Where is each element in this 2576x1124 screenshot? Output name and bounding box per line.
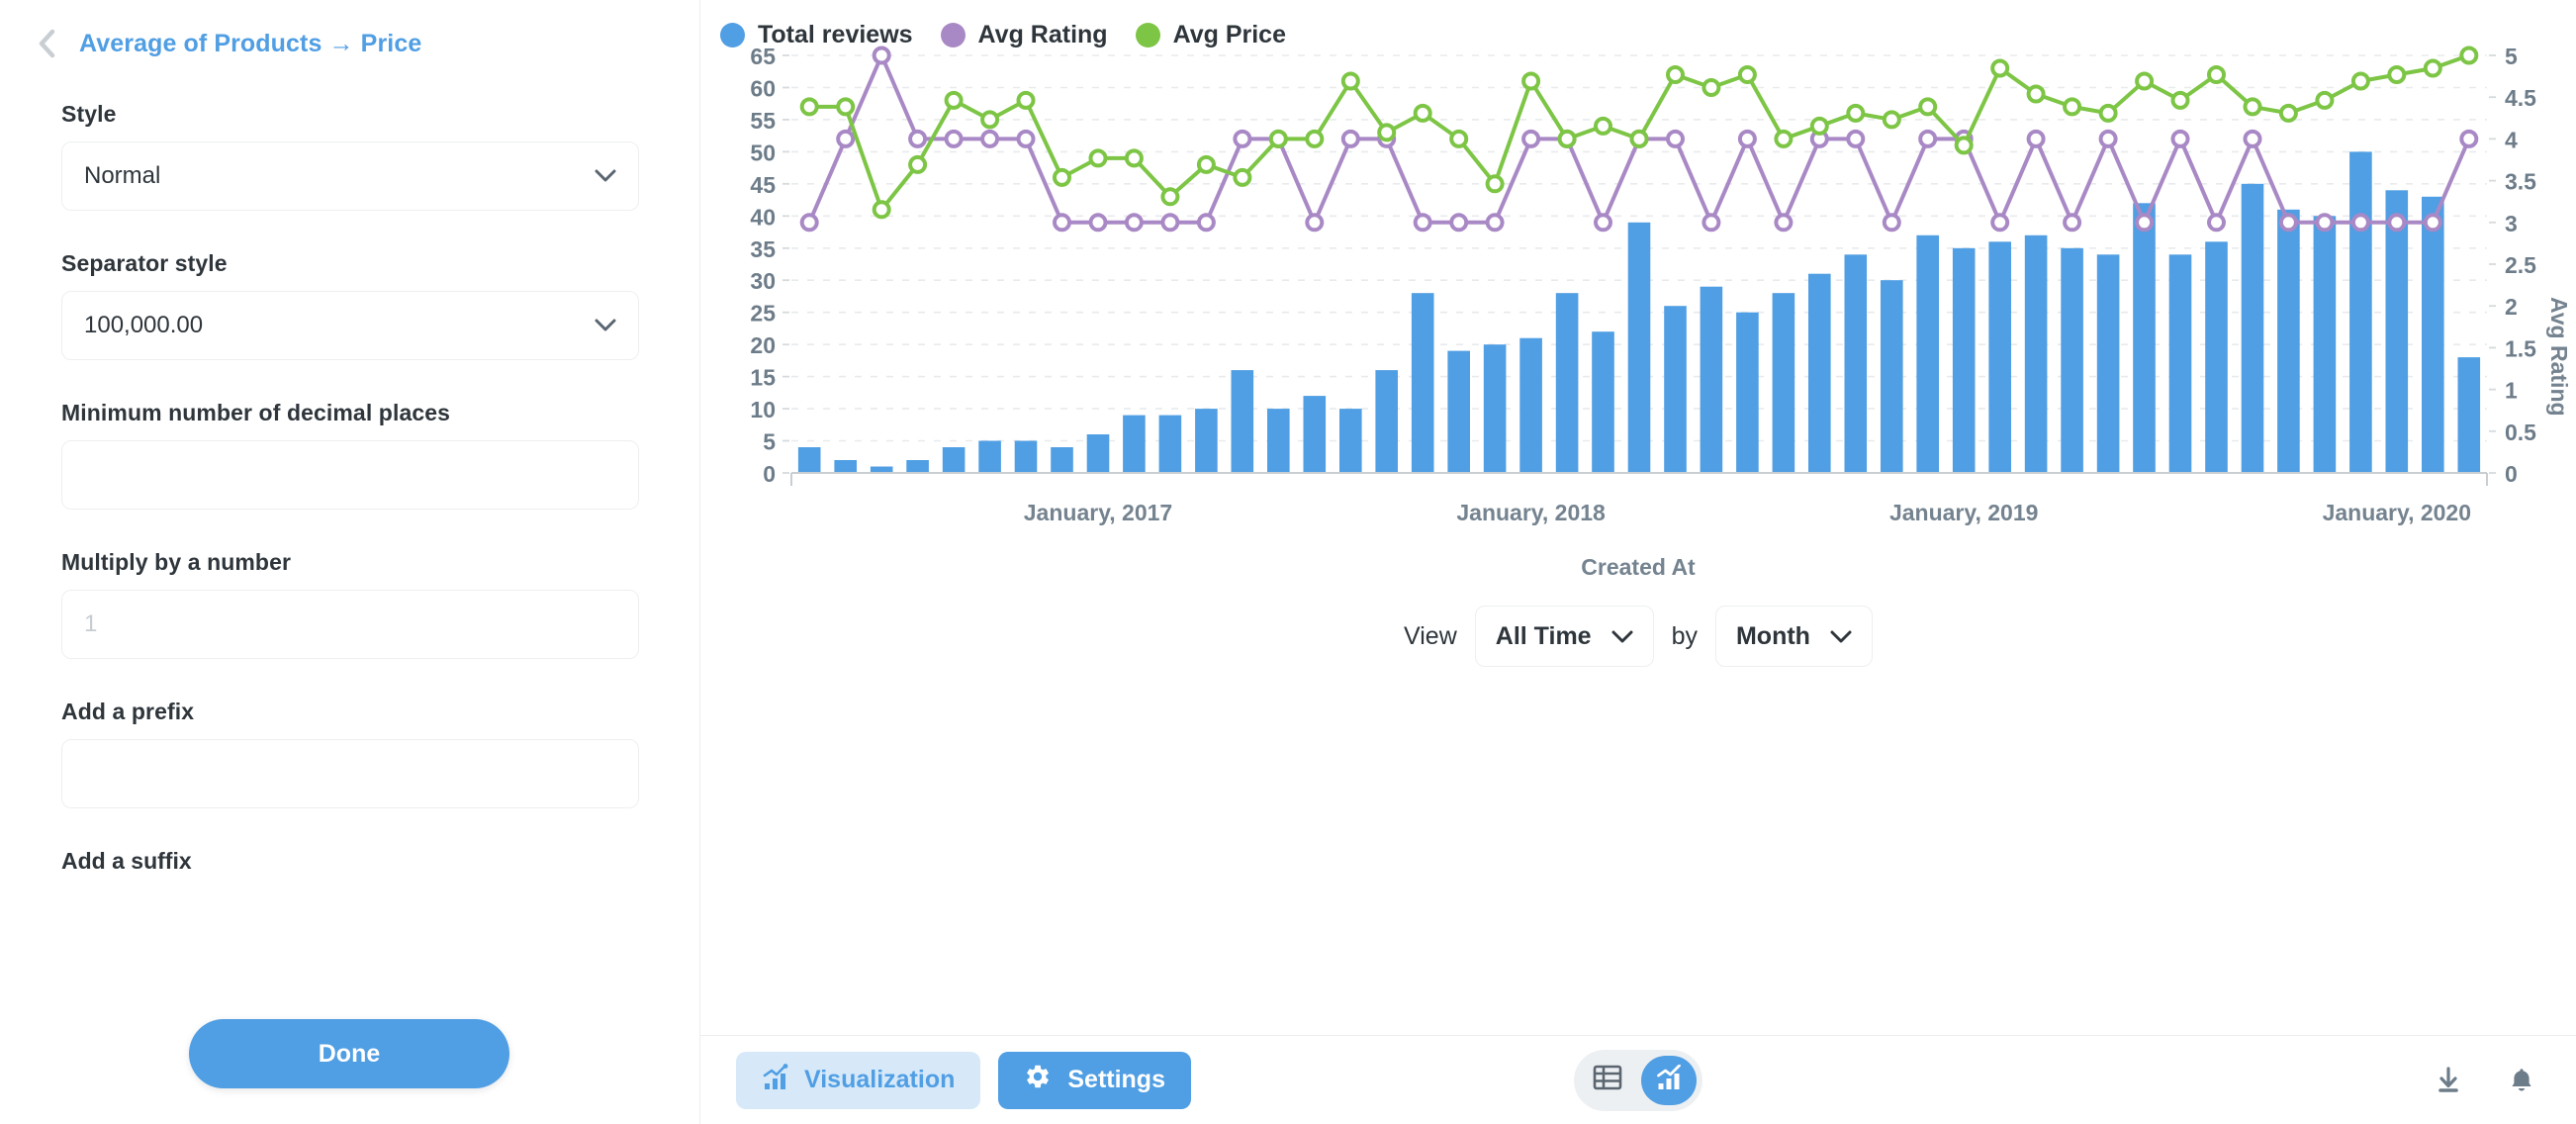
visualization-button[interactable]: Visualization bbox=[736, 1051, 981, 1109]
time-range-value: All Time bbox=[1495, 621, 1592, 650]
toolbar-right-group bbox=[2434, 1066, 2536, 1095]
toolbar-left-group: Visualization Settings bbox=[736, 1051, 1191, 1109]
svg-text:40: 40 bbox=[750, 204, 776, 230]
field-label-prefix: Add a prefix bbox=[61, 699, 195, 724]
svg-text:0.5: 0.5 bbox=[2505, 420, 2536, 445]
svg-text:January, 2019: January, 2019 bbox=[1889, 500, 2038, 525]
done-button[interactable]: Done bbox=[189, 1019, 509, 1088]
field-style: Style Normal bbox=[0, 101, 699, 211]
svg-text:January, 2017: January, 2017 bbox=[1024, 500, 1172, 525]
style-select-value: Normal bbox=[84, 162, 161, 189]
page-title: Average of Products → Price bbox=[79, 29, 422, 57]
table-view-toggle[interactable] bbox=[1580, 1056, 1635, 1105]
svg-text:0: 0 bbox=[2505, 461, 2518, 487]
svg-text:3: 3 bbox=[2505, 211, 2518, 236]
field-multiplier: Multiply by a number 1 bbox=[0, 549, 699, 659]
y2-axis-title: Avg Rating bbox=[2546, 297, 2572, 417]
time-range-select[interactable]: All Time bbox=[1474, 606, 1654, 667]
view-toggle-group bbox=[1574, 1049, 1702, 1111]
view-label: View bbox=[1404, 621, 1457, 650]
multiplier-input-placeholder: 1 bbox=[84, 610, 98, 637]
field-separator-style: Separator style 100,000.00 bbox=[0, 250, 699, 360]
chevron-down-icon bbox=[595, 319, 616, 332]
svg-text:January, 2018: January, 2018 bbox=[1456, 500, 1606, 525]
field-label-min-decimals: Minimum number of decimal places bbox=[61, 400, 451, 425]
svg-text:50: 50 bbox=[750, 140, 776, 165]
chevron-down-icon bbox=[595, 169, 616, 183]
by-label: by bbox=[1671, 621, 1698, 650]
chevron-left-icon[interactable] bbox=[36, 29, 57, 58]
settings-button-label: Settings bbox=[1067, 1066, 1165, 1093]
svg-text:30: 30 bbox=[750, 268, 776, 294]
time-unit-value: Month bbox=[1735, 621, 1810, 650]
panel-header: Average of Products → Price bbox=[0, 0, 699, 61]
toolbar-center-group bbox=[1574, 1049, 1702, 1111]
combo-chart[interactable]: 0 5 10 15 20 25 30 35 40 45 50 55 60 65 0 0.5 1 1.5 2 2.5 3 3… bbox=[700, 46, 2576, 552]
separator-style-select[interactable]: 100,000.00 bbox=[61, 291, 639, 360]
svg-text:35: 35 bbox=[750, 236, 776, 262]
legend-color-dot bbox=[1135, 22, 1160, 47]
x-axis-title: Created At bbox=[1581, 554, 1696, 580]
svg-text:January, 2020: January, 2020 bbox=[2323, 500, 2471, 525]
chart-icon bbox=[1655, 1064, 1683, 1095]
field-label-multiplier: Multiply by a number bbox=[61, 549, 292, 575]
legend-color-dot bbox=[940, 22, 966, 47]
app-root: Average of Products → Price Style Normal… bbox=[0, 0, 2576, 1124]
bottom-toolbar: Visualization Settings bbox=[700, 1035, 2576, 1124]
settings-button[interactable]: Settings bbox=[998, 1051, 1191, 1109]
sidebar-scroll-area[interactable]: Average of Products → Price Style Normal… bbox=[0, 0, 699, 1124]
visualization-main: Total reviews Avg Rating Avg Price 0 5 10 1… bbox=[700, 0, 2576, 1124]
svg-text:4.5: 4.5 bbox=[2505, 85, 2536, 111]
field-prefix: Add a prefix Add a suffix bbox=[0, 699, 699, 875]
view-controls: View All Time by Month bbox=[700, 606, 2576, 667]
svg-text:60: 60 bbox=[750, 76, 776, 102]
svg-text:4: 4 bbox=[2505, 127, 2518, 152]
done-bar: Done bbox=[0, 1005, 698, 1124]
field-label-style: Style bbox=[61, 101, 117, 127]
prefix-input[interactable] bbox=[61, 739, 639, 808]
gear-icon bbox=[1024, 1063, 1052, 1097]
svg-text:20: 20 bbox=[750, 332, 776, 358]
svg-text:0: 0 bbox=[763, 461, 776, 487]
svg-text:1.5: 1.5 bbox=[2505, 335, 2536, 361]
chart-canvas: 0510152025303540455055606500.511.522.533… bbox=[750, 46, 2536, 525]
field-min-decimals: Minimum number of decimal places bbox=[0, 400, 699, 510]
svg-text:25: 25 bbox=[750, 301, 776, 327]
download-icon[interactable] bbox=[2434, 1066, 2463, 1095]
svg-text:5: 5 bbox=[2505, 46, 2518, 69]
svg-text:1: 1 bbox=[2505, 378, 2518, 404]
bell-icon[interactable] bbox=[2507, 1066, 2536, 1095]
svg-text:2: 2 bbox=[2505, 294, 2518, 320]
field-label-suffix: Add a suffix bbox=[61, 848, 192, 874]
legend-color-dot bbox=[720, 22, 745, 47]
svg-text:45: 45 bbox=[750, 172, 776, 198]
separator-style-select-value: 100,000.00 bbox=[84, 312, 204, 338]
table-icon bbox=[1593, 1064, 1622, 1096]
svg-text:65: 65 bbox=[750, 46, 776, 69]
chevron-down-icon bbox=[1830, 622, 1852, 651]
svg-text:5: 5 bbox=[763, 429, 776, 455]
multiplier-input[interactable]: 1 bbox=[61, 590, 639, 659]
svg-text:55: 55 bbox=[750, 108, 776, 134]
bar-chart-icon bbox=[762, 1063, 788, 1097]
svg-text:15: 15 bbox=[750, 365, 776, 391]
chevron-down-icon bbox=[1611, 622, 1633, 651]
visualization-button-label: Visualization bbox=[804, 1066, 956, 1093]
chart-view-toggle[interactable] bbox=[1641, 1055, 1697, 1105]
svg-text:2.5: 2.5 bbox=[2505, 252, 2536, 278]
style-select[interactable]: Normal bbox=[61, 141, 639, 211]
settings-sidebar: Average of Products → Price Style Normal… bbox=[0, 0, 700, 1124]
svg-text:3.5: 3.5 bbox=[2505, 169, 2536, 195]
min-decimals-input[interactable] bbox=[61, 440, 639, 510]
svg-text:10: 10 bbox=[750, 397, 776, 422]
field-label-separator-style: Separator style bbox=[61, 250, 228, 276]
time-unit-select[interactable]: Month bbox=[1714, 606, 1873, 667]
